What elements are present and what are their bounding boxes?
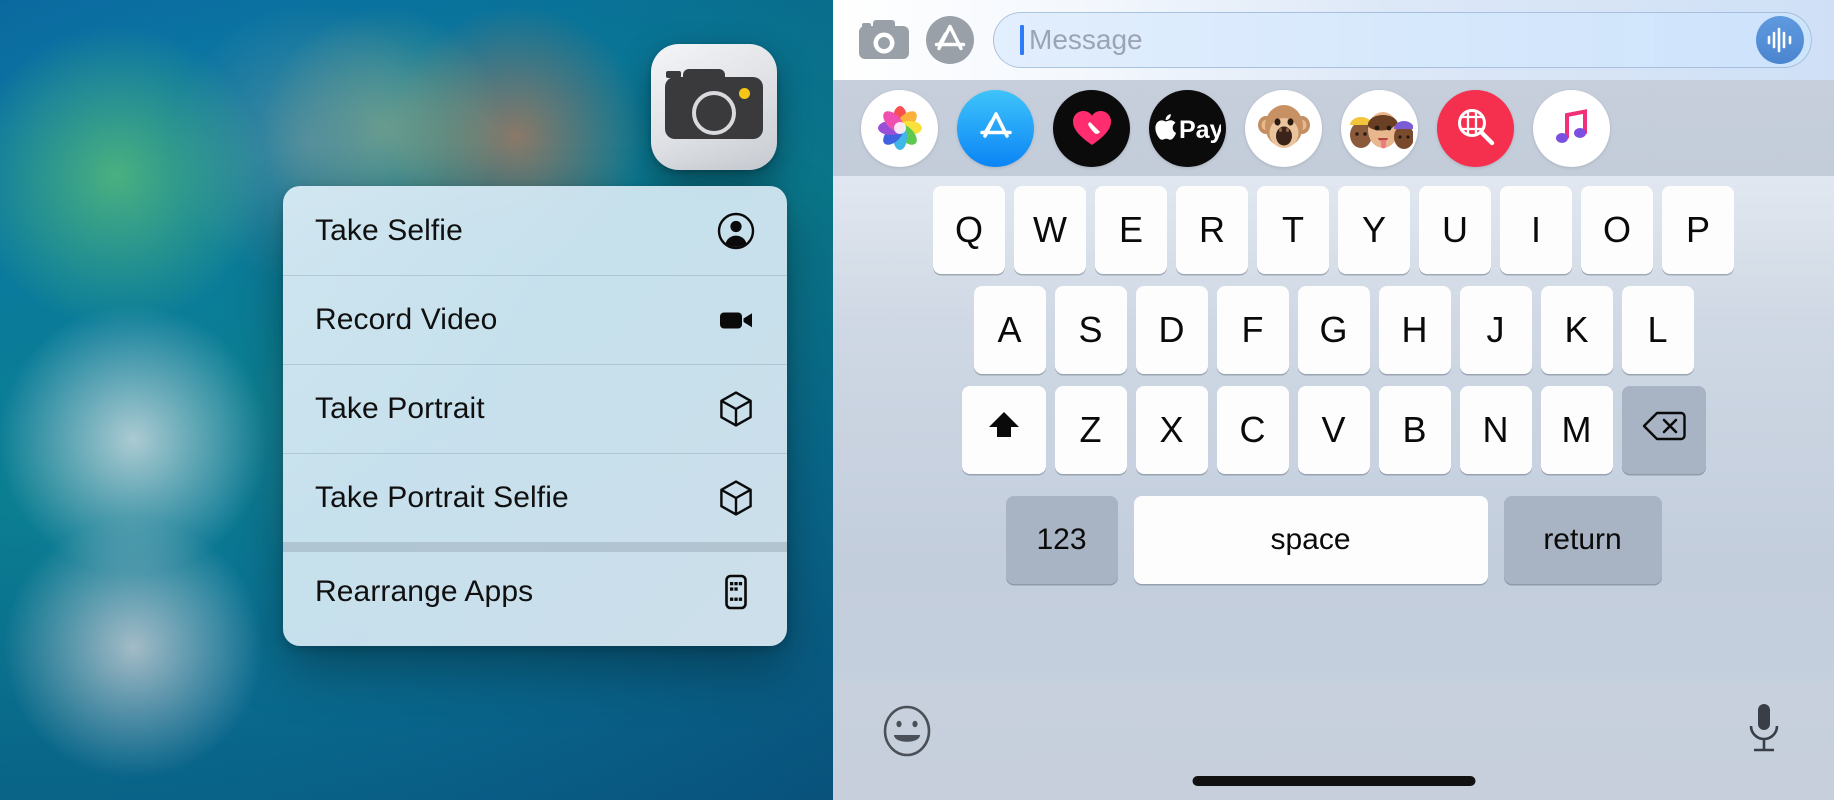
text-caret <box>1020 25 1024 55</box>
camera-icon[interactable] <box>851 9 917 71</box>
key-Y[interactable]: Y <box>1338 186 1410 274</box>
drawer-app-digital-touch[interactable] <box>1053 89 1130 167</box>
drawer-app-music[interactable] <box>1533 89 1610 167</box>
key-T[interactable]: T <box>1257 186 1329 274</box>
key-O[interactable]: O <box>1581 186 1653 274</box>
quick-actions-context-menu: Take Selfie Record Video Take Portrait T… <box>283 186 787 646</box>
key-G[interactable]: G <box>1297 286 1370 374</box>
key-V[interactable]: V <box>1297 386 1370 474</box>
ios-home-screen-panel: Take Selfie Record Video Take Portrait T… <box>0 0 833 800</box>
camera-icon-lens <box>692 91 736 135</box>
home-indicator <box>1192 776 1475 786</box>
key-L[interactable]: L <box>1621 286 1694 374</box>
menu-item-record-video[interactable]: Record Video <box>283 275 787 364</box>
key-C[interactable]: C <box>1216 386 1289 474</box>
svg-text:Pay: Pay <box>1179 116 1221 144</box>
key-F[interactable]: F <box>1216 286 1289 374</box>
key-U[interactable]: U <box>1419 186 1491 274</box>
drawer-app-apple-pay[interactable]: Pay <box>1149 89 1226 167</box>
menu-item-take-portrait[interactable]: Take Portrait <box>283 364 787 453</box>
imessage-app-drawer: Pay <box>833 80 1834 176</box>
message-placeholder: Message <box>1029 24 1143 55</box>
keyboard-row-4: 123 space return <box>833 496 1834 584</box>
key-K[interactable]: K <box>1540 286 1613 374</box>
menu-item-take-selfie[interactable]: Take Selfie <box>283 186 787 275</box>
key-H[interactable]: H <box>1378 286 1451 374</box>
key-W[interactable]: W <box>1014 186 1086 274</box>
screenshot-root: Take Selfie Record Video Take Portrait T… <box>0 0 1834 800</box>
key-D[interactable]: D <box>1135 286 1208 374</box>
video-camera-icon <box>715 299 757 341</box>
camera-icon-flash <box>739 88 750 99</box>
app-grid-phone-icon <box>715 571 757 613</box>
microphone-icon[interactable] <box>1742 700 1786 763</box>
message-input-field[interactable]: Message <box>993 12 1812 68</box>
menu-item-take-portrait-selfie[interactable]: Take Portrait Selfie <box>283 453 787 542</box>
menu-item-label: Record Video <box>315 303 498 336</box>
person-circle-icon <box>715 210 757 252</box>
delete-backward-icon <box>1642 409 1686 451</box>
key-E[interactable]: E <box>1095 186 1167 274</box>
key-Q[interactable]: Q <box>933 186 1005 274</box>
keyboard-bottom-bar <box>833 682 1834 800</box>
key-J[interactable]: J <box>1459 286 1532 374</box>
app-store-icon[interactable] <box>917 9 983 71</box>
camera-app-icon[interactable] <box>651 44 777 170</box>
drawer-app-animoji[interactable] <box>1245 89 1322 167</box>
menu-item-rearrange-apps[interactable]: Rearrange Apps <box>283 542 787 631</box>
key-X[interactable]: X <box>1135 386 1208 474</box>
emoji-smiley-icon[interactable] <box>881 704 933 763</box>
key-S[interactable]: S <box>1054 286 1127 374</box>
key-Z[interactable]: Z <box>1054 386 1127 474</box>
audio-waveform-icon[interactable] <box>1756 16 1804 64</box>
cube-icon <box>715 388 757 430</box>
drawer-app-photos[interactable] <box>861 89 938 167</box>
menu-item-label: Take Portrait Selfie <box>315 481 569 514</box>
drawer-app-app-store[interactable] <box>957 89 1034 167</box>
numbers-key[interactable]: 123 <box>1005 496 1118 584</box>
delete-key[interactable] <box>1621 386 1706 474</box>
menu-item-label: Take Portrait <box>315 392 485 425</box>
key-I[interactable]: I <box>1500 186 1572 274</box>
drawer-app-memoji[interactable] <box>1341 89 1418 167</box>
camera-icon-viewfinder <box>666 71 681 78</box>
key-A[interactable]: A <box>973 286 1046 374</box>
messages-app-panel: Message Pay Q W E R T Y U I O P A S D F … <box>833 0 1834 800</box>
keyboard-row-2: A S D F G H J K L <box>833 286 1834 374</box>
menu-item-label: Rearrange Apps <box>315 574 534 608</box>
space-key[interactable]: space <box>1133 496 1488 584</box>
menu-item-label: Take Selfie <box>315 213 463 247</box>
key-R[interactable]: R <box>1176 186 1248 274</box>
key-N[interactable]: N <box>1459 386 1532 474</box>
cube-icon <box>715 477 757 519</box>
message-input-bar: Message <box>833 0 1834 80</box>
drawer-app-images[interactable] <box>1437 89 1514 167</box>
key-M[interactable]: M <box>1540 386 1613 474</box>
shift-key[interactable] <box>961 386 1046 474</box>
key-B[interactable]: B <box>1378 386 1451 474</box>
return-key[interactable]: return <box>1503 496 1662 584</box>
keyboard-row-3: Z X C V B N M <box>833 386 1834 474</box>
shift-arrow-icon <box>986 408 1022 453</box>
keyboard-row-1: Q W E R T Y U I O P <box>833 186 1834 274</box>
key-P[interactable]: P <box>1662 186 1734 274</box>
